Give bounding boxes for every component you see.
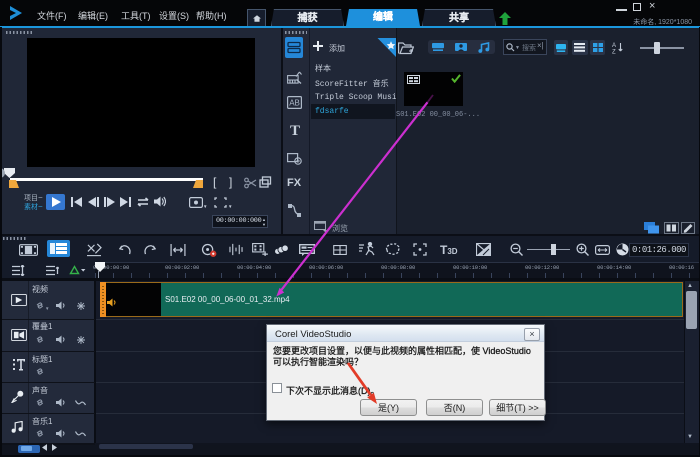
svg-text:Z: Z [612,50,616,55]
svg-text:AB: AB [289,99,300,108]
svg-text:A: A [612,43,616,49]
